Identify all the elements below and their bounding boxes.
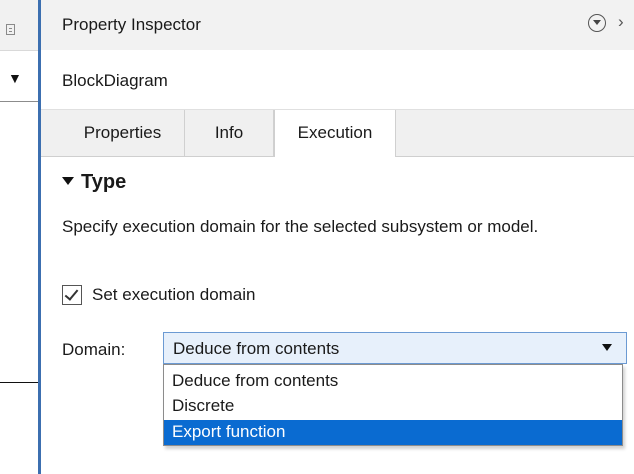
expand-triangle-icon	[62, 177, 74, 185]
domain-select[interactable]: Deduce from contents	[163, 332, 627, 364]
panel-title: Property Inspector	[62, 15, 201, 34]
property-inspector-panel: Property Inspector › BlockDiagram Proper…	[41, 0, 634, 474]
block-name: BlockDiagram	[62, 71, 168, 90]
domain-select-value: Deduce from contents	[173, 339, 340, 358]
section-title: Type	[81, 171, 127, 193]
dropdown-arrow-icon	[602, 344, 612, 351]
tab-execution[interactable]: Execution	[274, 110, 396, 157]
block-name-row: BlockDiagram	[41, 50, 634, 110]
type-section-header[interactable]: Type	[62, 171, 126, 194]
tab-bar: Properties Info Execution	[41, 110, 634, 157]
domain-label: Domain:	[62, 340, 126, 359]
domain-option[interactable]: Discrete	[164, 394, 622, 419]
tab-info[interactable]: Info	[185, 110, 274, 156]
panel-menu-icon[interactable]	[6, 24, 15, 35]
domain-option[interactable]: Deduce from contents	[164, 369, 622, 394]
left-pane-toolbar	[0, 0, 40, 51]
set-execution-domain-checkbox[interactable]	[62, 285, 82, 305]
title-bar: Property Inspector ›	[41, 0, 634, 50]
left-dropdown-arrow-icon[interactable]: ▼	[8, 70, 22, 86]
collapse-icon[interactable]	[588, 14, 606, 32]
domain-options-list: Deduce from contents Discrete Export fun…	[163, 364, 623, 446]
left-pane-divider	[0, 101, 38, 102]
domain-option-highlighted[interactable]: Export function	[164, 420, 622, 445]
close-icon[interactable]: ›	[618, 12, 624, 32]
left-pane-line	[0, 382, 38, 383]
section-description: Specify execution domain for the selecte…	[62, 217, 539, 236]
left-pane-edge: ▼	[0, 0, 40, 474]
checkbox-label[interactable]: Set execution domain	[92, 285, 256, 305]
tab-properties[interactable]: Properties	[61, 110, 185, 156]
